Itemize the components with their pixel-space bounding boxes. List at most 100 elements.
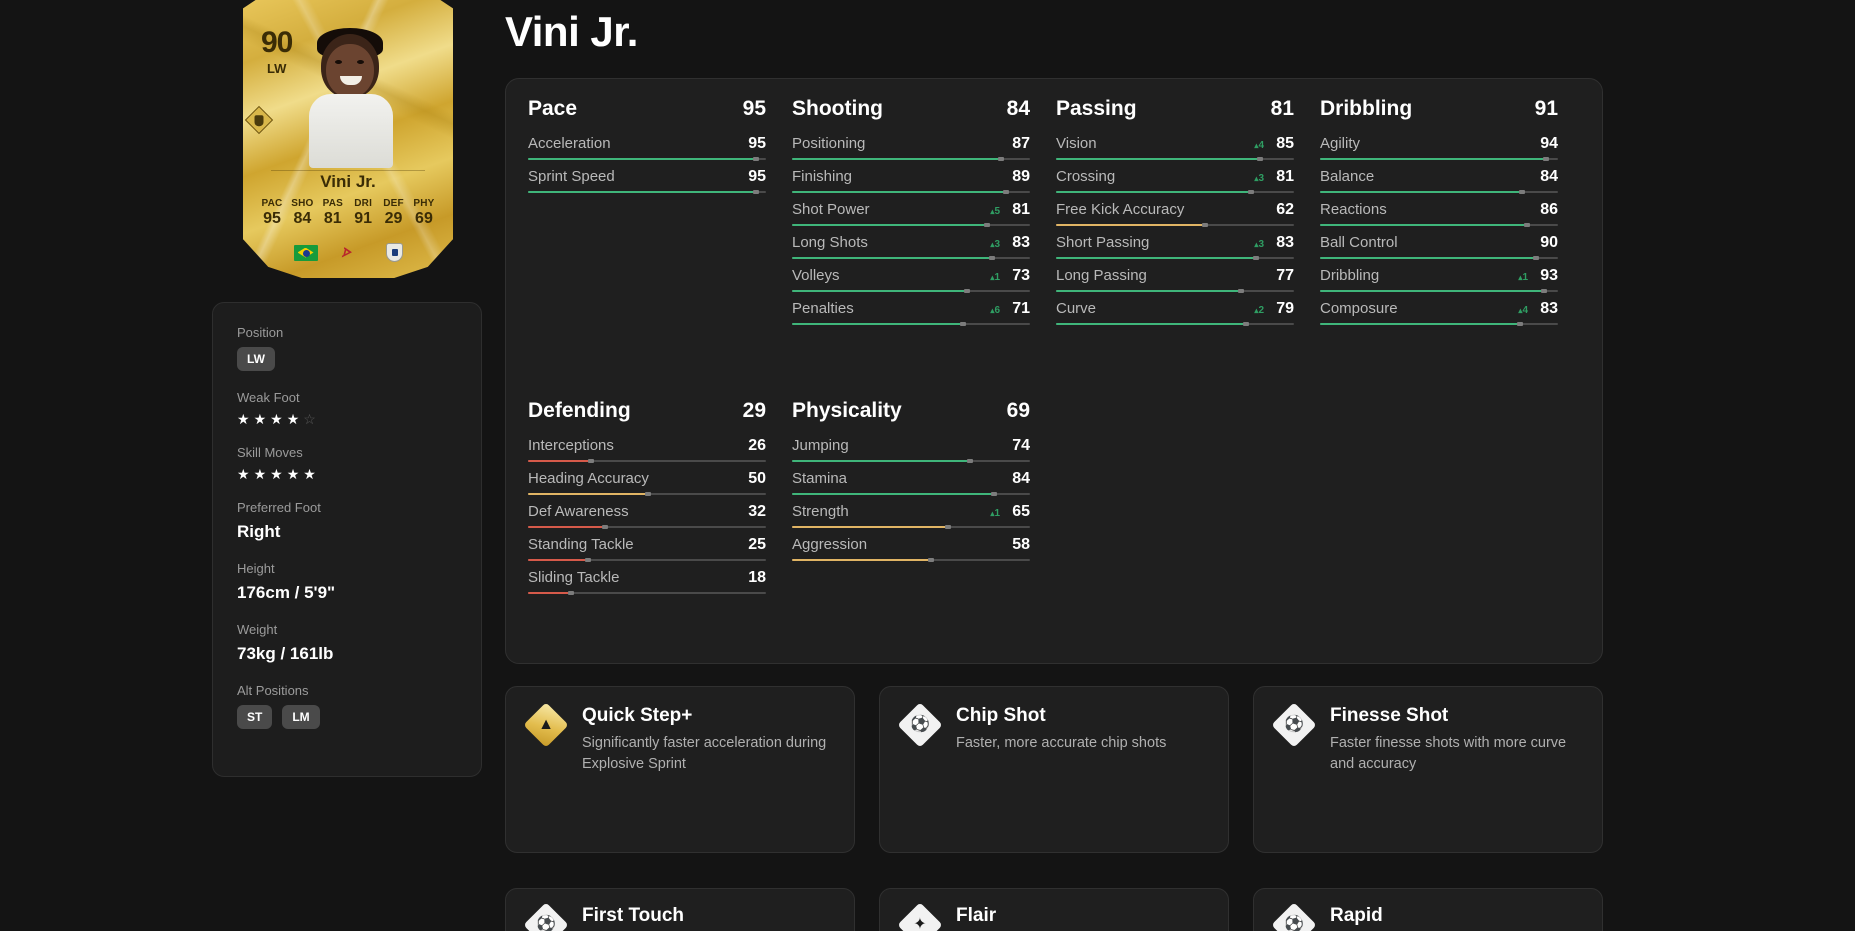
weak-foot-stars: ★★★★☆ — [237, 412, 457, 426]
detail-label: Position — [237, 325, 284, 340]
stat-row: Shot Power ▴5 81 — [792, 201, 1030, 227]
card-stat-value: 69 — [415, 210, 433, 227]
stat-value: 93 — [1540, 267, 1558, 284]
card-stat-label: DEF — [383, 198, 404, 209]
stat-value: 18 — [748, 569, 766, 586]
card-stat-row: PAC 95 SHO 84 PAS 81 DRI 91 DEF 29 PHY 69 — [257, 198, 439, 228]
player-profile-page: 90 LW Vini Jr. PAC 95 SHO 84 PAS 81 DRI 91 D… — [0, 0, 1855, 931]
detail-height: Height 176cm / 5'9" — [237, 561, 457, 603]
finesse-shot-icon: ⚽ — [1271, 702, 1317, 748]
playstyle-title: First Touch — [582, 905, 685, 926]
alt-position-chip[interactable]: ST — [237, 705, 273, 729]
player-portrait — [295, 28, 405, 168]
stat-value: 73 — [1012, 267, 1030, 284]
stat-bar — [1056, 256, 1294, 260]
evolution-gem-icon — [244, 105, 274, 135]
stat-row: Curve ▴2 79 — [1056, 300, 1294, 326]
star-icon: ★ — [237, 411, 254, 427]
alt-position-chip[interactable]: LM — [282, 705, 320, 729]
stat-value: 79 — [1276, 300, 1294, 317]
playstyle-card[interactable]: ⚽ First Touch — [505, 888, 855, 931]
stat-value: 26 — [748, 437, 766, 454]
rocket-icon: ▲ — [523, 702, 569, 748]
playstyle-title: Rapid — [1330, 905, 1383, 926]
card-stat-label: SHO — [291, 198, 314, 209]
stat-value: 94 — [1540, 135, 1558, 152]
stat-modifier: ▴3 — [990, 239, 1000, 250]
stat-row: Def Awareness 32 — [528, 503, 766, 529]
stat-name: Volleys — [792, 267, 840, 284]
stat-bar — [792, 558, 1030, 562]
attributes-panel: Pace 95 Acceleration 95 Sprint Speed 95 Shooti… — [505, 78, 1603, 664]
detail-value: 73kg / 161lb — [237, 644, 334, 663]
stat-row: Jumping 74 — [792, 437, 1030, 463]
card-stat-label: PAC — [261, 198, 283, 209]
stat-bar — [1320, 223, 1558, 227]
playstyle-body: Quick Step+ Significantly faster accelera… — [582, 705, 834, 834]
attribute-group-total: 29 — [742, 399, 766, 422]
attribute-group: Physicality 69 Jumping 74 Stamina 84 Strength ▴… — [792, 399, 1056, 602]
stat-value: 32 — [748, 503, 766, 520]
stat-row: Vision ▴4 85 — [1056, 135, 1294, 161]
playstyle-card[interactable]: ⚽ Rapid — [1253, 888, 1603, 931]
stat-bar — [528, 492, 766, 496]
stat-value: 84 — [1540, 168, 1558, 185]
attribute-group-total: 69 — [1006, 399, 1030, 422]
stat-name: Def Awareness — [528, 503, 629, 520]
stat-value: 81 — [1012, 201, 1030, 218]
stat-name: Agility — [1320, 135, 1361, 152]
playstyle-card[interactable]: ✦ Flair — [879, 888, 1229, 931]
stat-modifier: ▴2 — [1254, 305, 1264, 316]
playstyle-card[interactable]: ⚽ Chip Shot Faster, more accurate chip sho… — [879, 686, 1229, 853]
detail-label: Skill Moves — [237, 445, 303, 460]
attribute-group-header: Defending 29 — [528, 399, 766, 423]
stat-value: 83 — [1276, 234, 1294, 251]
card-stat-value: 95 — [263, 210, 281, 227]
star-icon: ☆ — [303, 411, 320, 427]
playstyle-card[interactable]: ⚽ Finesse Shot Faster finesse shots with m… — [1253, 686, 1603, 853]
stat-name: Penalties — [792, 300, 854, 317]
stat-modifier: ▴3 — [1254, 239, 1264, 250]
stat-value: 65 — [1012, 503, 1030, 520]
stat-row: Long Passing 77 — [1056, 267, 1294, 293]
playstyle-card[interactable]: ▲ Quick Step+ Significantly faster acceler… — [505, 686, 855, 853]
playstyle-title: Finesse Shot — [1330, 705, 1449, 726]
stat-bar — [792, 492, 1030, 496]
card-overall-rating: 90 — [261, 26, 293, 59]
star-icon: ★ — [237, 466, 254, 482]
stat-value: 62 — [1276, 201, 1294, 218]
playstyle-title: Flair — [956, 905, 997, 926]
stat-bar — [1056, 223, 1294, 227]
playstyle-title: Quick Step+ — [582, 705, 693, 726]
stat-value: 81 — [1276, 168, 1294, 185]
card-divider — [271, 170, 425, 171]
stat-bar — [528, 459, 766, 463]
stat-bar — [528, 525, 766, 529]
star-icon: ★ — [253, 411, 271, 427]
fut-card-art: 90 LW Vini Jr. PAC 95 SHO 84 PAS 81 DRI 91 D… — [243, 0, 453, 278]
detail-preferred-foot: Preferred Foot Right — [237, 500, 457, 542]
attribute-group-name: Pace — [528, 97, 578, 120]
attribute-group-name: Physicality — [792, 399, 902, 422]
stat-row: Sliding Tackle 18 — [528, 569, 766, 595]
position-chip[interactable]: LW — [237, 347, 275, 371]
stat-name: Finishing — [792, 168, 853, 185]
stat-row: Short Passing ▴3 83 — [1056, 234, 1294, 260]
stat-row: Volleys ▴1 73 — [792, 267, 1030, 293]
card-stat-value: 84 — [293, 210, 312, 227]
stat-name: Balance — [1320, 168, 1375, 185]
playstyle-body: Finesse Shot Faster finesse shots with mo… — [1330, 705, 1582, 834]
player-card[interactable]: 90 LW Vini Jr. PAC 95 SHO 84 PAS 81 DRI 91 D… — [243, 0, 453, 278]
stat-bar — [792, 256, 1030, 260]
stat-row: Balance 84 — [1320, 168, 1558, 194]
stat-value: 84 — [1012, 470, 1030, 487]
stat-value: 77 — [1276, 267, 1294, 284]
stat-name: Free Kick Accuracy — [1056, 201, 1185, 218]
stat-row: Heading Accuracy 50 — [528, 470, 766, 496]
detail-label: Weight — [237, 622, 278, 637]
stat-bar — [1320, 256, 1558, 260]
attribute-group-name: Passing — [1056, 97, 1137, 120]
card-badges: ᗌ — [243, 243, 453, 262]
detail-value: 176cm / 5'9" — [237, 583, 336, 602]
stat-value: 58 — [1012, 536, 1030, 553]
